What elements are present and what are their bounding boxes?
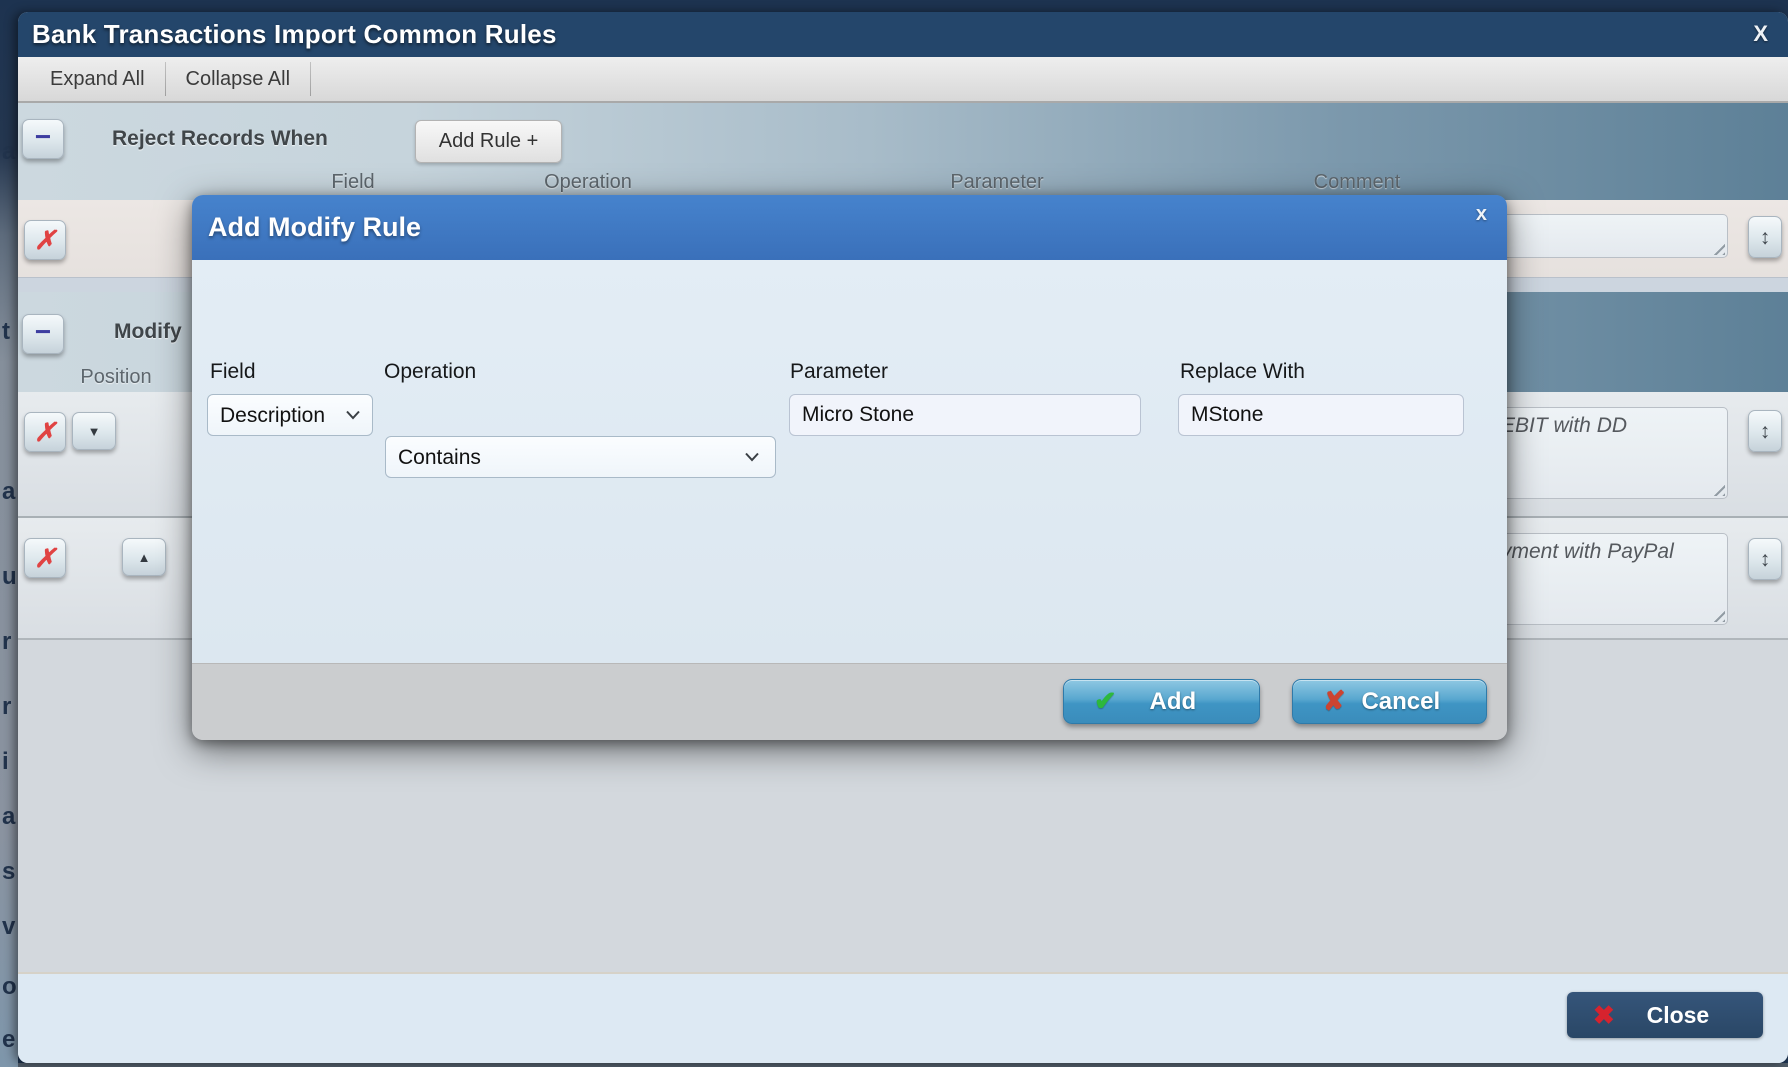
- close-x-icon: ✖: [1593, 1002, 1615, 1028]
- collapse-all-button[interactable]: Collapse All: [168, 57, 309, 101]
- reject-comment-input[interactable]: [1491, 215, 1727, 257]
- delete-rule-button[interactable]: ✗: [24, 538, 66, 578]
- comment-textarea-wrap: EBIT with DD: [1490, 407, 1728, 499]
- dialog-titlebar: Bank Transactions Import Common Rules X: [18, 12, 1788, 57]
- comment-textarea-wrap: [1490, 214, 1728, 258]
- replace-with-input-wrap: [1178, 394, 1464, 436]
- arrow-up-icon: ▲: [138, 551, 151, 564]
- field-label: Field: [210, 360, 256, 384]
- reject-collapse-button[interactable]: −: [22, 119, 64, 159]
- checkmark-icon: ✔: [1094, 688, 1117, 715]
- delete-rule-button[interactable]: ✗: [24, 220, 66, 260]
- vertical-resize-icon: ↕: [1760, 549, 1771, 570]
- vertical-resize-icon: ↕: [1760, 421, 1771, 442]
- background-text-fragment: o: [2, 973, 18, 1001]
- arrow-down-icon: ▼: [88, 425, 101, 438]
- expand-all-button[interactable]: Expand All: [32, 57, 163, 101]
- comment-textarea-wrap: yment with PayPal: [1490, 533, 1728, 625]
- background-text-fragment: t: [2, 318, 18, 346]
- modify-comment-input[interactable]: EBIT with DD: [1491, 408, 1727, 498]
- background-text-fragment: i: [2, 748, 18, 776]
- move-down-button[interactable]: ▼: [72, 412, 116, 450]
- delete-x-icon: ✗: [34, 419, 56, 445]
- operation-label: Operation: [384, 360, 476, 384]
- minus-icon: −: [35, 123, 51, 151]
- background-text-fragment: r: [2, 628, 18, 656]
- modify-section-title: Modify: [114, 320, 182, 344]
- delete-rule-button[interactable]: ✗: [24, 412, 66, 452]
- column-header-field: Field: [331, 171, 374, 194]
- reject-section-header: − Reject Records When Add Rule + Field O…: [18, 103, 1788, 200]
- background-page-strip: a t a u r r i a s v o e: [0, 0, 18, 1067]
- column-header-position: Position: [80, 366, 151, 389]
- delete-x-icon: ✗: [34, 545, 56, 571]
- modify-collapse-button[interactable]: −: [22, 314, 64, 354]
- background-text-fragment: e: [2, 1026, 18, 1054]
- screen: a t a u r r i a s v o e Bank Transaction…: [0, 0, 1788, 1067]
- window-close-icon[interactable]: X: [1753, 21, 1768, 47]
- dialog-title: Bank Transactions Import Common Rules: [32, 19, 557, 50]
- close-button-label: Close: [1615, 1002, 1741, 1029]
- parameter-input[interactable]: [789, 394, 1141, 436]
- move-up-button[interactable]: ▲: [122, 538, 166, 576]
- column-header-operation: Operation: [544, 171, 632, 194]
- modify-comment-input[interactable]: yment with PayPal: [1491, 534, 1727, 624]
- expand-comment-button[interactable]: ↕: [1748, 538, 1782, 580]
- toolbar-separator: [310, 62, 311, 96]
- expand-comment-button[interactable]: ↕: [1748, 410, 1782, 452]
- reject-add-rule-button[interactable]: Add Rule +: [415, 120, 562, 163]
- add-modify-rule-modal: Add Modify Rule x Field Description Oper…: [192, 195, 1507, 740]
- delete-x-icon: ✗: [34, 227, 56, 253]
- background-text-fragment: a: [2, 138, 18, 166]
- replace-with-input[interactable]: [1178, 394, 1464, 436]
- add-button-label: Add: [1117, 688, 1229, 716]
- cancel-button[interactable]: ✘ Cancel: [1292, 679, 1487, 724]
- window-bottom-edge: [18, 1063, 1788, 1067]
- modal-footer: ✔ Add ✘ Cancel: [192, 663, 1507, 740]
- background-text-fragment: u: [2, 563, 18, 591]
- toolbar-separator: [165, 62, 166, 96]
- background-text-fragment: a: [2, 803, 18, 831]
- expand-comment-button[interactable]: ↕: [1748, 216, 1782, 258]
- close-button[interactable]: ✖ Close: [1567, 992, 1763, 1038]
- parameter-input-wrap: [789, 394, 1141, 436]
- field-select-wrap: Description: [207, 394, 373, 436]
- background-text-fragment: a: [2, 478, 18, 506]
- modal-body: Field Description Operation Contains Par…: [192, 260, 1507, 663]
- dialog-footer: ✖ Close: [18, 972, 1788, 1063]
- modal-close-icon[interactable]: x: [1476, 203, 1487, 226]
- background-text-fragment: s: [2, 858, 18, 886]
- cancel-button-label: Cancel: [1346, 688, 1456, 716]
- background-text-fragment: r: [2, 693, 18, 721]
- parameter-label: Parameter: [790, 360, 888, 384]
- column-header-comment: Comment: [1314, 171, 1401, 194]
- operation-select[interactable]: Contains: [385, 436, 776, 478]
- reject-section-title: Reject Records When: [112, 127, 328, 151]
- minus-icon: −: [35, 318, 51, 346]
- background-text-fragment: v: [2, 913, 18, 941]
- field-select[interactable]: Description: [207, 394, 373, 436]
- operation-select-wrap: Contains: [385, 436, 776, 478]
- add-button[interactable]: ✔ Add: [1063, 679, 1260, 724]
- toolbar: Expand All Collapse All: [18, 57, 1788, 103]
- column-header-parameter: Parameter: [950, 171, 1043, 194]
- cancel-x-icon: ✘: [1323, 688, 1346, 715]
- modal-title: Add Modify Rule: [208, 212, 421, 243]
- replace-with-label: Replace With: [1180, 360, 1305, 384]
- vertical-resize-icon: ↕: [1760, 227, 1771, 248]
- modal-header: Add Modify Rule x: [192, 195, 1507, 260]
